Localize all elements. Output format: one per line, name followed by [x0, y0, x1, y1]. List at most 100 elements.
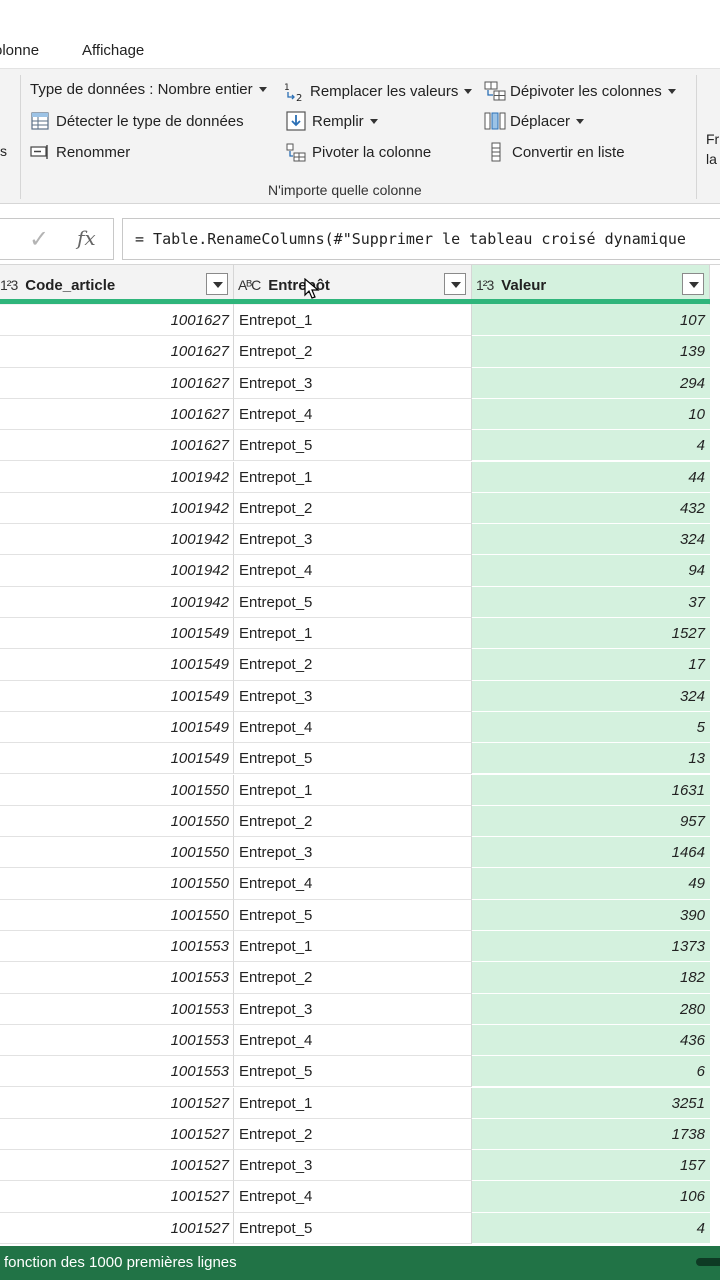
- cell-entrepot[interactable]: Entrepot_1: [234, 618, 472, 650]
- replace-values-button[interactable]: 12 Remplacer les valeurs: [284, 81, 473, 104]
- cell-valeur[interactable]: 1527: [472, 618, 710, 650]
- table-row[interactable]: 1001553 Entrepot_2 182: [0, 962, 720, 994]
- cell-code-article[interactable]: 1001549: [0, 743, 234, 775]
- cell-valeur[interactable]: 139: [472, 336, 710, 368]
- table-row[interactable]: 1001627 Entrepot_4 10: [0, 398, 720, 431]
- cell-entrepot[interactable]: Entrepot_1: [234, 461, 472, 493]
- cell-valeur[interactable]: 13: [472, 743, 710, 775]
- cell-entrepot[interactable]: Entrepot_2: [234, 805, 472, 838]
- cell-code-article[interactable]: 1001553: [0, 962, 234, 994]
- cell-valeur[interactable]: 432: [472, 492, 710, 525]
- cell-code-article[interactable]: 1001942: [0, 524, 234, 556]
- table-row[interactable]: 1001553 Entrepot_4 436: [0, 1024, 720, 1057]
- cell-code-article[interactable]: 1001627: [0, 336, 234, 368]
- cell-entrepot[interactable]: Entrepot_1: [234, 931, 472, 963]
- cell-entrepot[interactable]: Entrepot_2: [234, 1118, 472, 1151]
- move-button[interactable]: Déplacer: [484, 111, 585, 131]
- cell-code-article[interactable]: 1001553: [0, 1056, 234, 1088]
- filter-dropdown-button[interactable]: [682, 273, 704, 295]
- table-row[interactable]: 1001553 Entrepot_5 6: [0, 1056, 720, 1088]
- cell-entrepot[interactable]: Entrepot_4: [234, 868, 472, 900]
- cell-code-article[interactable]: 1001549: [0, 711, 234, 744]
- cell-valeur[interactable]: 49: [472, 868, 710, 900]
- cell-code-article[interactable]: 1001627: [0, 398, 234, 431]
- cell-entrepot[interactable]: Entrepot_3: [234, 993, 472, 1025]
- cell-valeur[interactable]: 94: [472, 555, 710, 587]
- cell-valeur[interactable]: 324: [472, 680, 710, 712]
- table-row[interactable]: 1001942 Entrepot_4 94: [0, 555, 720, 587]
- table-row[interactable]: 1001549 Entrepot_5 13: [0, 743, 720, 775]
- cell-entrepot[interactable]: Entrepot_3: [234, 680, 472, 712]
- cell-entrepot[interactable]: Entrepot_5: [234, 743, 472, 775]
- cell-code-article[interactable]: 1001553: [0, 993, 234, 1025]
- number-type-icon[interactable]: 1²3: [0, 277, 18, 293]
- table-row[interactable]: 1001527 Entrepot_1 3251: [0, 1087, 720, 1119]
- convert-to-list-button[interactable]: Convertir en liste: [486, 142, 625, 162]
- cell-entrepot[interactable]: Entrepot_2: [234, 492, 472, 525]
- table-row[interactable]: 1001549 Entrepot_2 17: [0, 649, 720, 681]
- cell-code-article[interactable]: 1001553: [0, 1024, 234, 1057]
- table-row[interactable]: 1001550 Entrepot_5 390: [0, 899, 720, 931]
- table-row[interactable]: 1001527 Entrepot_3 157: [0, 1150, 720, 1182]
- table-row[interactable]: 1001527 Entrepot_4 106: [0, 1181, 720, 1213]
- table-row[interactable]: 1001942 Entrepot_3 324: [0, 524, 720, 556]
- table-row[interactable]: 1001942 Entrepot_1 44: [0, 461, 720, 493]
- cell-code-article[interactable]: 1001549: [0, 618, 234, 650]
- cell-entrepot[interactable]: Entrepot_5: [234, 1212, 472, 1244]
- cell-valeur[interactable]: 5: [472, 711, 710, 744]
- filter-dropdown-button[interactable]: [444, 273, 466, 295]
- cell-entrepot[interactable]: Entrepot_2: [234, 649, 472, 681]
- cell-entrepot[interactable]: Entrepot_4: [234, 555, 472, 587]
- rename-button[interactable]: Renommer: [30, 142, 130, 162]
- cell-code-article[interactable]: 1001627: [0, 430, 234, 462]
- table-row[interactable]: 1001549 Entrepot_3 324: [0, 680, 720, 712]
- cell-entrepot[interactable]: Entrepot_3: [234, 367, 472, 399]
- cell-valeur[interactable]: 390: [472, 899, 710, 931]
- cell-valeur[interactable]: 294: [472, 367, 710, 399]
- cell-code-article[interactable]: 1001549: [0, 649, 234, 681]
- cell-valeur[interactable]: 1373: [472, 931, 710, 963]
- cell-code-article[interactable]: 1001527: [0, 1150, 234, 1182]
- table-row[interactable]: 1001527 Entrepot_2 1738: [0, 1118, 720, 1151]
- cell-valeur[interactable]: 1631: [472, 774, 710, 806]
- cell-code-article[interactable]: 1001942: [0, 492, 234, 525]
- data-type-dropdown[interactable]: Type de données : Nombre entier: [30, 81, 267, 98]
- cell-entrepot[interactable]: Entrepot_5: [234, 430, 472, 462]
- cell-entrepot[interactable]: Entrepot_5: [234, 899, 472, 931]
- cell-entrepot[interactable]: Entrepot_3: [234, 1150, 472, 1182]
- cell-valeur[interactable]: 10: [472, 398, 710, 431]
- cell-code-article[interactable]: 1001550: [0, 805, 234, 838]
- table-row[interactable]: 1001550 Entrepot_4 49: [0, 868, 720, 900]
- cell-code-article[interactable]: 1001627: [0, 305, 234, 337]
- table-row[interactable]: 1001942 Entrepot_2 432: [0, 492, 720, 525]
- number-type-icon[interactable]: 1²3: [476, 277, 494, 293]
- cell-entrepot[interactable]: Entrepot_5: [234, 586, 472, 618]
- cell-code-article[interactable]: 1001942: [0, 586, 234, 618]
- cell-entrepot[interactable]: Entrepot_3: [234, 837, 472, 869]
- cell-code-article[interactable]: 1001550: [0, 899, 234, 931]
- cell-valeur[interactable]: 436: [472, 1024, 710, 1057]
- table-row[interactable]: 1001549 Entrepot_1 1527: [0, 618, 720, 650]
- cell-code-article[interactable]: 1001627: [0, 367, 234, 399]
- cell-entrepot[interactable]: Entrepot_1: [234, 774, 472, 806]
- cell-valeur[interactable]: 3251: [472, 1087, 710, 1119]
- table-row[interactable]: 1001627 Entrepot_3 294: [0, 367, 720, 399]
- cell-valeur[interactable]: 4: [472, 1212, 710, 1244]
- cell-valeur[interactable]: 107: [472, 305, 710, 337]
- fx-icon[interactable]: fx: [77, 226, 96, 250]
- cell-code-article[interactable]: 1001553: [0, 931, 234, 963]
- cell-valeur[interactable]: 157: [472, 1150, 710, 1182]
- cell-entrepot[interactable]: Entrepot_4: [234, 1024, 472, 1057]
- cell-entrepot[interactable]: Entrepot_4: [234, 711, 472, 744]
- table-row[interactable]: 1001527 Entrepot_5 4: [0, 1212, 720, 1244]
- cell-entrepot[interactable]: Entrepot_4: [234, 1181, 472, 1213]
- fill-button[interactable]: Remplir: [286, 111, 378, 131]
- cell-code-article[interactable]: 1001527: [0, 1181, 234, 1213]
- cell-valeur[interactable]: 957: [472, 805, 710, 838]
- cell-code-article[interactable]: 1001527: [0, 1118, 234, 1151]
- formula-input[interactable]: = Table.RenameColumns(#"Supprimer le tab…: [122, 218, 720, 260]
- cell-entrepot[interactable]: Entrepot_4: [234, 398, 472, 431]
- table-row[interactable]: 1001553 Entrepot_3 280: [0, 993, 720, 1025]
- cell-valeur[interactable]: 182: [472, 962, 710, 994]
- cell-valeur[interactable]: 106: [472, 1181, 710, 1213]
